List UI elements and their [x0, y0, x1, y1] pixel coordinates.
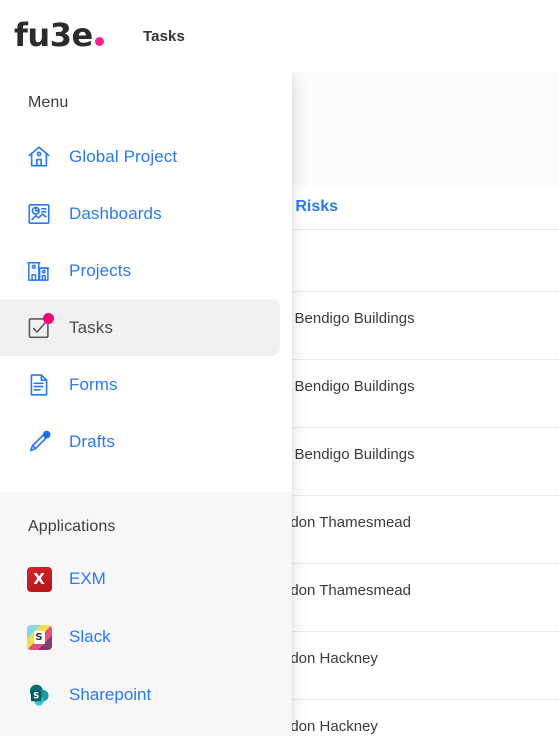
sidebar-item-exm[interactable]: X EXM [0, 550, 292, 608]
sidebar-item-label: Slack [69, 627, 111, 646]
buildings-icon [22, 254, 56, 288]
sidebar-menu-section: Menu Global Project Dashboards Projects … [0, 72, 292, 492]
row-project-name: e Bendigo Buildings [282, 378, 415, 395]
sidebar-item-label: Forms [69, 374, 118, 394]
row-project-name: ndon Hackney [282, 718, 378, 735]
logo-dot-icon [94, 37, 104, 46]
sidebar-item-sharepoint[interactable]: S Sharepoint [0, 666, 292, 724]
dashboard-chart-icon [22, 197, 56, 231]
app-root: e Risks e Bendigo Buildings e Bendigo Bu… [0, 0, 559, 736]
sidebar-item-label: Drafts [69, 431, 115, 451]
exm-glyph: X [26, 566, 52, 592]
sidebar-item-projects[interactable]: Projects [0, 242, 292, 299]
sidebar-item-label: Projects [69, 260, 132, 280]
top-header-bar: fu3e Tasks [0, 0, 559, 72]
sidebar-drawer: Menu Global Project Dashboards Projects … [0, 72, 292, 736]
row-project-name: ndon Thamesmead [282, 514, 411, 531]
sidebar-item-label: Sharepoint [69, 685, 152, 704]
row-project-name: e Bendigo Buildings [282, 310, 415, 327]
exm-icon: X [22, 562, 56, 596]
checkbox-check-icon [22, 311, 56, 345]
logo-text: fu3e [14, 16, 93, 54]
sidebar-item-label: Tasks [69, 317, 113, 337]
sidebar-item-drafts[interactable]: Drafts [0, 413, 292, 470]
sidebar-applications-section: Applications X EXM S Slack S Sharepoint [0, 492, 292, 736]
slack-glyph-wrap: S [26, 624, 52, 650]
sidebar-item-label: Global Project [69, 146, 178, 166]
pen-icon [22, 425, 56, 459]
row-project-name: ndon Hackney [282, 650, 378, 667]
sidebar-item-forms[interactable]: Forms [0, 356, 292, 413]
sidebar-applications-heading: Applications [28, 518, 116, 535]
sharepoint-icon: S [22, 678, 56, 712]
sidebar-item-global-project[interactable]: Global Project [0, 128, 292, 185]
page-title: Tasks [143, 28, 185, 45]
sidebar-item-label: Dashboards [69, 203, 162, 223]
home-icon [22, 140, 56, 174]
sidebar-item-slack[interactable]: S Slack [0, 608, 292, 666]
row-project-name: e Bendigo Buildings [282, 446, 415, 463]
slack-glyph: S [33, 630, 45, 644]
svg-text:S: S [33, 692, 39, 702]
row-project-name: ndon Thamesmead [282, 582, 411, 599]
sidebar-item-label: EXM [69, 569, 106, 588]
sidebar-item-tasks[interactable]: Tasks [0, 299, 280, 356]
sidebar-item-dashboards[interactable]: Dashboards [0, 185, 292, 242]
app-logo[interactable]: fu3e [14, 19, 104, 51]
sidebar-menu-heading: Menu [28, 94, 69, 111]
notification-badge [43, 312, 54, 324]
slack-icon: S [22, 620, 56, 654]
document-lines-icon [22, 368, 56, 402]
